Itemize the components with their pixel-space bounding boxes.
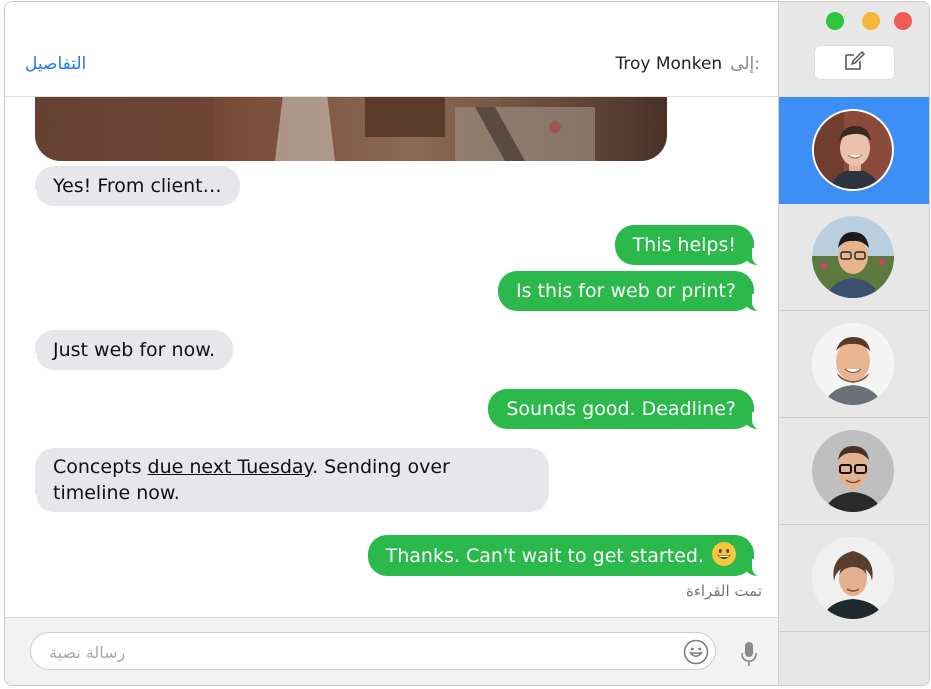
message-text: Yes! From client… (53, 175, 222, 197)
avatar (812, 430, 894, 512)
shared-photo-attachment[interactable] (35, 97, 667, 161)
message-text: Thanks. Can't wait to get started. (385, 545, 704, 567)
emoji-picker-icon[interactable] (683, 639, 709, 669)
conversation-item[interactable] (779, 204, 929, 311)
conversations-sidebar (778, 2, 929, 685)
grinning-face-emoji-icon (712, 542, 736, 566)
conversation-item[interactable] (779, 525, 929, 632)
recipient-line: Troy Monken إلى: (616, 54, 761, 74)
minimize-window-button[interactable] (862, 12, 880, 30)
avatar (812, 323, 894, 405)
message-text: Just web for now. (53, 339, 216, 361)
message-transcript[interactable]: Yes! From client… This helps! Is this fo… (5, 97, 780, 617)
zoom-window-button[interactable] (826, 12, 844, 30)
messages-window: التفاصيل Troy Monken إلى: Yes! From clie… (4, 1, 930, 686)
avatar (812, 216, 894, 298)
message-bubble-incoming[interactable]: Concepts due next Tuesday. Sending over … (27, 448, 549, 513)
message-field[interactable] (30, 632, 716, 670)
details-link[interactable]: التفاصيل (25, 54, 86, 74)
message-text: Is this for web or print? (516, 280, 736, 302)
avatar (812, 537, 894, 619)
new-message-button[interactable] (815, 46, 894, 79)
avatar (812, 109, 894, 191)
message-bubble-outgoing[interactable]: Is this for web or print? (498, 271, 762, 312)
conversation-header: التفاصيل Troy Monken إلى: (5, 2, 780, 97)
message-bubble-outgoing[interactable]: Sounds good. Deadline? (488, 389, 762, 430)
conversation-item[interactable] (779, 311, 929, 418)
message-bubble-incoming[interactable]: Just web for now. (26, 330, 234, 371)
message-text: Concepts (53, 456, 148, 478)
composer-bar (5, 617, 780, 685)
to-label: إلى: (730, 54, 760, 74)
conversation-item[interactable] (779, 97, 929, 204)
microphone-icon[interactable] (738, 640, 760, 672)
recipient-name[interactable]: Troy Monken (616, 54, 723, 74)
message-bubble-outgoing[interactable]: This helps! (614, 225, 763, 266)
close-window-button[interactable] (894, 12, 912, 30)
date-detector-link[interactable]: due next Tuesday (148, 456, 313, 478)
message-bubble-incoming[interactable]: Yes! From client… (27, 166, 240, 207)
conversation-item[interactable] (779, 418, 929, 525)
message-bubble-outgoing[interactable]: Thanks. Can't wait to get started. (367, 535, 763, 577)
compose-icon (844, 50, 866, 75)
message-text: Sounds good. Deadline? (506, 398, 736, 420)
message-text: This helps! (632, 234, 736, 256)
read-receipt: تمت القراءة (685, 582, 762, 600)
message-input[interactable] (47, 639, 671, 665)
